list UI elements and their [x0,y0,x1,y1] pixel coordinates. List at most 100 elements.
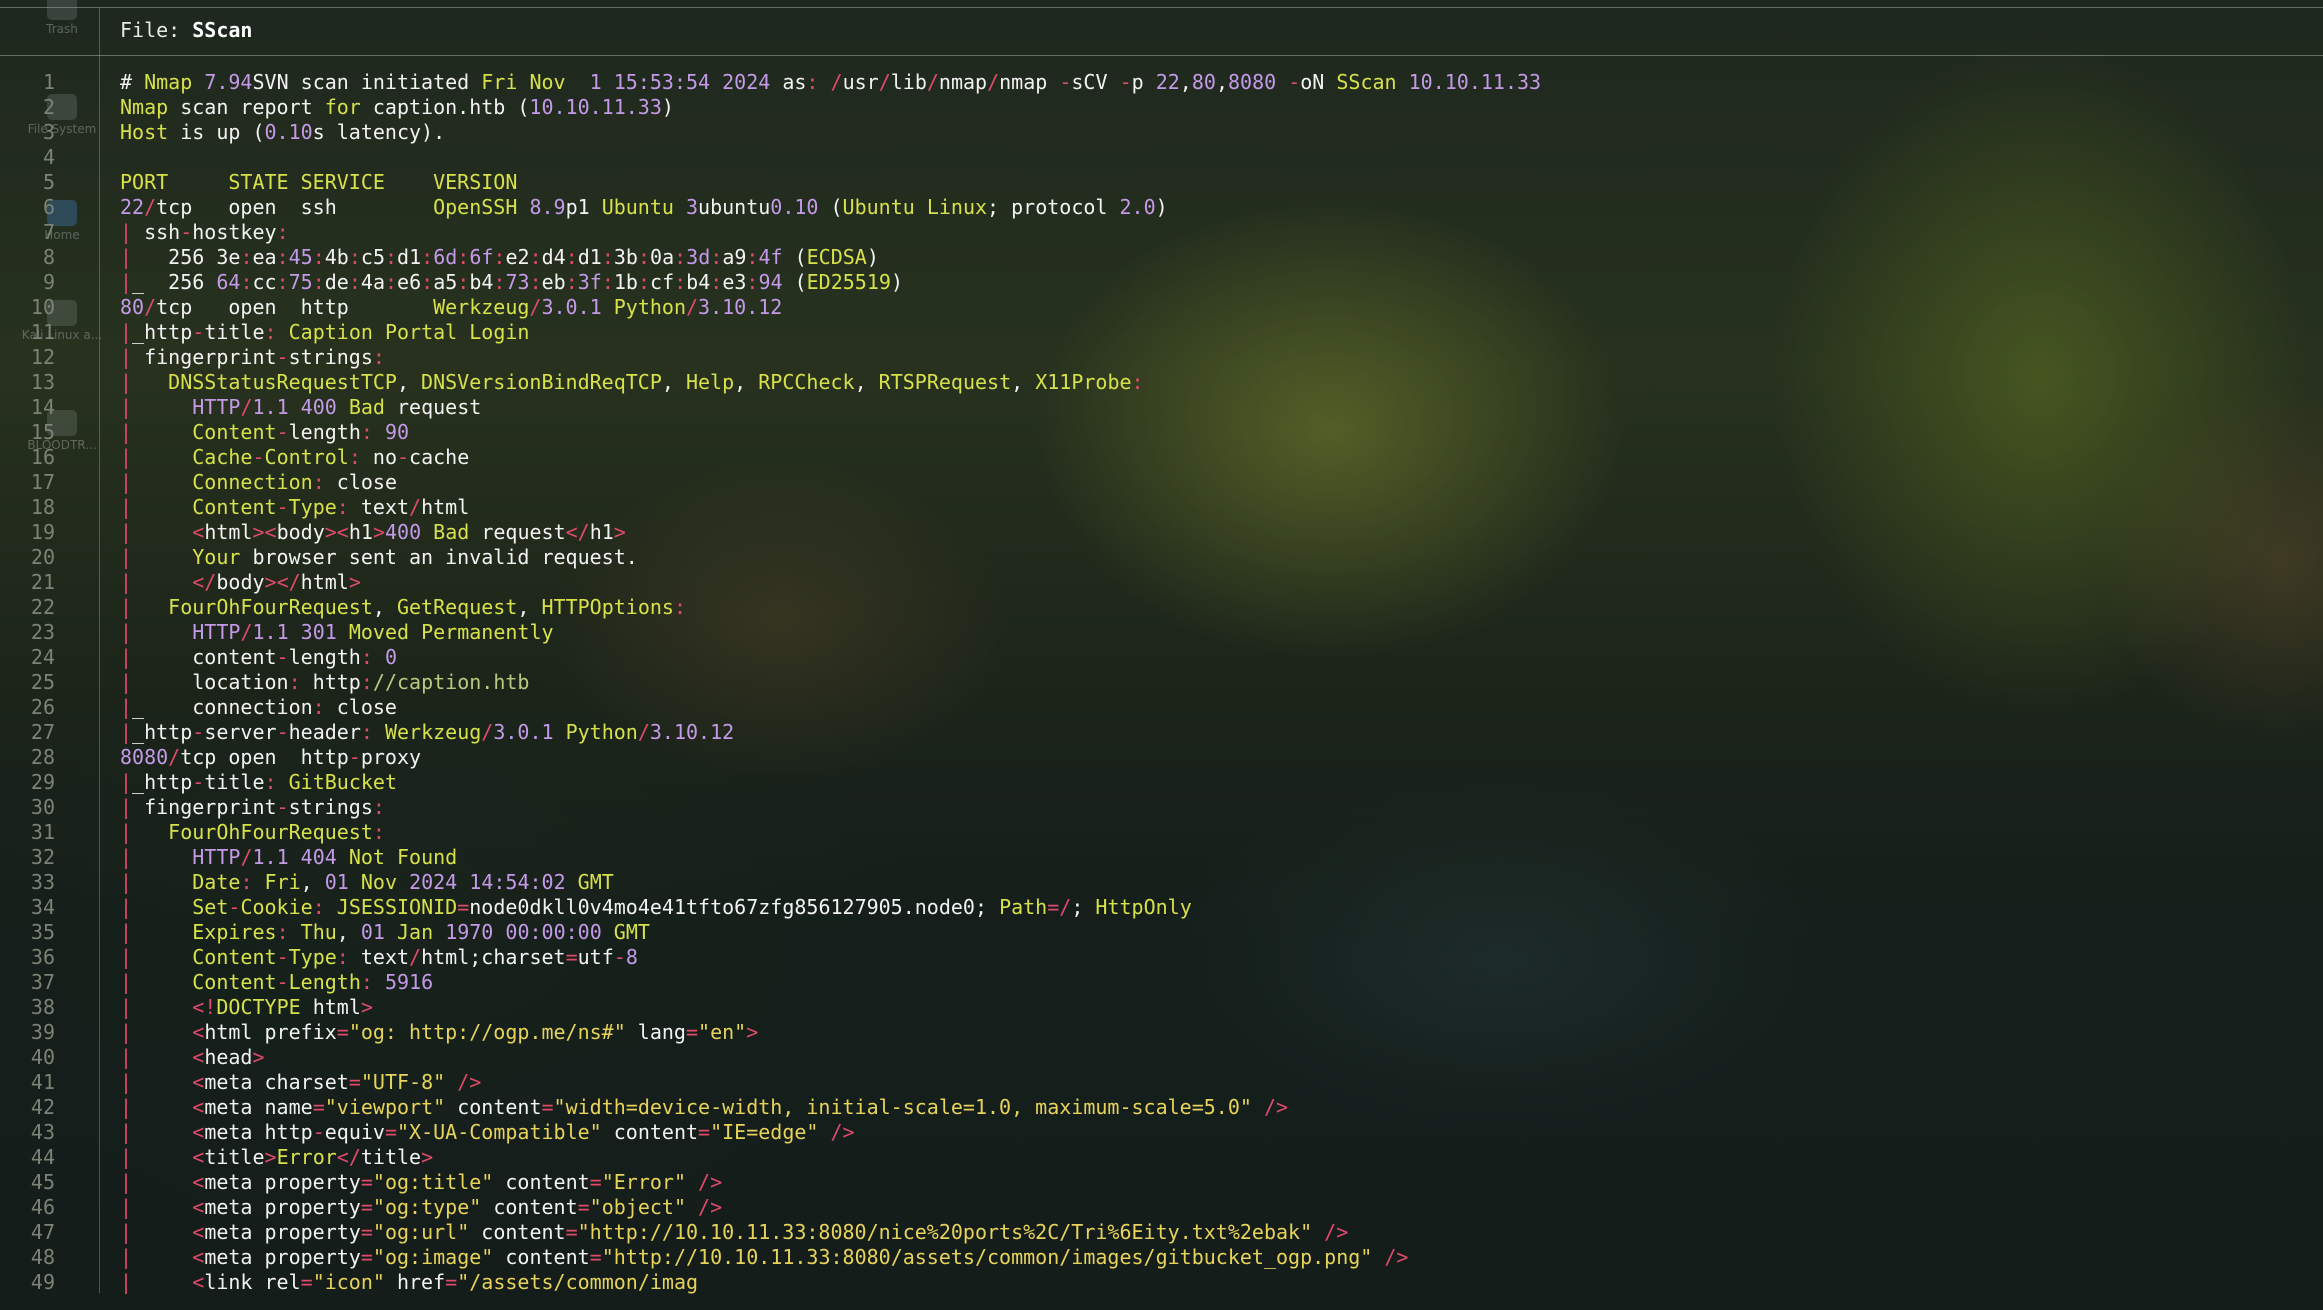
code-token: fingerprint [132,795,277,819]
editor-line[interactable]: 39 | <html prefix="og: http://ogp.me/ns#"… [0,1020,2323,1045]
editor-line[interactable]: 28 8080/tcp open http-proxy [0,745,2323,770]
code-token: > [613,520,626,544]
editor-line[interactable]: 9 |_ 256 64:cc:75:de:4a:e6:a5:b4:73:eb:3f… [0,270,2323,295]
line-number: 15 [30,420,55,444]
editor-line[interactable]: 34 | Set-Cookie: JSESSIONID=node0dkll0v4m… [0,895,2323,920]
line-number: 11 [30,320,55,344]
editor-line[interactable]: 44 | <title>Error</title> [0,1145,2323,1170]
editor-line[interactable]: 29 |_http-title: GitBucket [0,770,2323,795]
code-token: | [120,495,133,519]
editor-line[interactable]: 30 | fingerprint-strings: [0,795,2323,820]
line-text: | <meta property="og:type" content="obje… [120,1195,722,1220]
editor-line[interactable]: 36 | Content-Type: text/html;charset=utf-… [0,945,2323,970]
editor-line[interactable]: 4 [0,145,2323,170]
code-token: p [1131,70,1156,94]
code-token: Expires [192,920,277,944]
code-token: content [132,645,277,669]
editor-line[interactable]: 45 | <meta property="og:title" content="E… [0,1170,2323,1195]
text-editor[interactable]: 1 # Nmap 7.94SVN scan initiated Fri Nov 1… [0,70,2323,1300]
editor-line[interactable]: 35 | Expires: Thu, 01 Jan 1970 00:00:00 G… [0,920,2323,945]
code-token: : [421,245,434,269]
code-token: d4 [541,245,566,269]
code-token: : [288,670,301,694]
editor-line[interactable]: 10 80/tcp open http Werkzeug/3.0.1 Python… [0,295,2323,320]
code-token: / [144,195,157,219]
code-token: 10.10.11.33 [529,95,662,119]
editor-line[interactable]: 19 | <html><body><h1>400 Bad request</h1> [0,520,2323,545]
code-token: : [312,470,325,494]
editor-line[interactable]: 26 |_ connection: close [0,695,2323,720]
code-token: 3.0.1 [493,720,554,744]
code-token: = [348,1070,361,1094]
editor-line[interactable]: 5 PORT STATE SERVICE VERSION [0,170,2323,195]
line-number: 12 [30,345,55,369]
editor-line[interactable]: 18 | Content-Type: text/html [0,495,2323,520]
editor-line[interactable]: 15 | Content-length: 90 [0,420,2323,445]
editor-line[interactable]: 49 | <link rel="icon" href="/assets/commo… [0,1270,2323,1295]
code-token: ( [782,270,807,294]
code-token: > [252,1045,265,1069]
editor-line[interactable]: 2 Nmap scan report for caption.htb (10.10… [0,95,2323,120]
editor-line[interactable]: 37 | Content-Length: 5916 [0,970,2323,995]
editor-line[interactable]: 7 | ssh-hostkey: [0,220,2323,245]
editor-line[interactable]: 47 | <meta property="og:url" content="htt… [0,1220,2323,1245]
line-text: | content-length: 0 [120,645,397,670]
editor-line[interactable]: 42 | <meta name="viewport" content="width… [0,1095,2323,1120]
code-token: Werkzeug [384,720,482,744]
code-token: : [673,595,686,619]
editor-line[interactable]: 20 | Your browser sent an invalid request… [0,545,2323,570]
editor-line[interactable]: 12 | fingerprint-strings: [0,345,2323,370]
editor-line[interactable]: 11 |_http-title: Caption Portal Login [0,320,2323,345]
editor-line[interactable]: 25 | location: http://caption.htb [0,670,2323,695]
editor-line[interactable]: 40 | <head> [0,1045,2323,1070]
editor-line[interactable]: 38 | <!DOCTYPE html> [0,995,2323,1020]
code-token: html prefix [204,1020,337,1044]
code-token: DOCTYPE [216,995,301,1019]
editor-line[interactable]: 33 | Date: Fri, 01 Nov 2024 14:54:02 GMT [0,870,2323,895]
editor-line[interactable]: 6 22/tcp open ssh OpenSSH 8.9p1 Ubuntu 3u… [0,195,2323,220]
code-token: >< [252,520,277,544]
code-token: X11Probe [1035,370,1132,394]
code-token: 256 [132,245,217,269]
editor-line[interactable]: 16 | Cache-Control: no-cache [0,445,2323,470]
editor-line[interactable]: 21 | </body></html> [0,570,2323,595]
line-text: | <link rel="icon" href="/assets/common/… [120,1270,698,1295]
editor-line[interactable]: 46 | <meta property="og:type" content="ob… [0,1195,2323,1220]
editor-line[interactable]: 32 | HTTP/1.1 404 Not Found [0,845,2323,870]
code-token: = [698,1120,711,1144]
code-token: 1 [589,70,602,94]
editor-line[interactable]: 1 # Nmap 7.94SVN scan initiated Fri Nov 1… [0,70,2323,95]
code-token: "viewport" [324,1095,446,1119]
code-token: _http [132,720,193,744]
editor-line[interactable]: 13 | DNSStatusRequestTCP, DNSVersionBindR… [0,370,2323,395]
line-number: 43 [30,1120,55,1144]
editor-line[interactable]: 17 | Connection: close [0,470,2323,495]
editor-line[interactable]: 48 | <meta property="og:image" content="h… [0,1245,2323,1270]
editor-line[interactable]: 43 | <meta http-equiv="X-UA-Compatible" c… [0,1120,2323,1145]
code-token: meta property [204,1245,361,1269]
editor-line[interactable]: 27 |_http-server-header: Werkzeug/3.0.1 P… [0,720,2323,745]
code-token: 0a [650,245,675,269]
code-token: link rel [204,1270,301,1294]
code-token: ) [1155,195,1168,219]
code-token: - [192,720,205,744]
code-token: : [565,270,578,294]
code-token: header [288,720,361,744]
editor-line[interactable]: 24 | content-length: 0 [0,645,2323,670]
code-token: # [120,70,145,94]
code-token: ></ [264,570,301,594]
editor-line[interactable]: 14 | HTTP/1.1 400 Bad request [0,395,2323,420]
editor-line[interactable]: 8 | 256 3e:ea:45:4b:c5:d1:6d:6f:e2:d4:d1:… [0,245,2323,270]
editor-line[interactable]: 23 | HTTP/1.1 301 Moved Permanently [0,620,2323,645]
editor-line[interactable]: 3 Host is up (0.10s latency). [0,120,2323,145]
code-token: SVN scan initiated [252,70,482,94]
editor-line[interactable]: 31 | FourOhFourRequest: [0,820,2323,845]
code-token: - [348,745,361,769]
editor-line[interactable]: 41 | <meta charset="UTF-8" /> [0,1070,2323,1095]
editor-line[interactable]: 22 | FourOhFourRequest, GetRequest, HTTPO… [0,595,2323,620]
